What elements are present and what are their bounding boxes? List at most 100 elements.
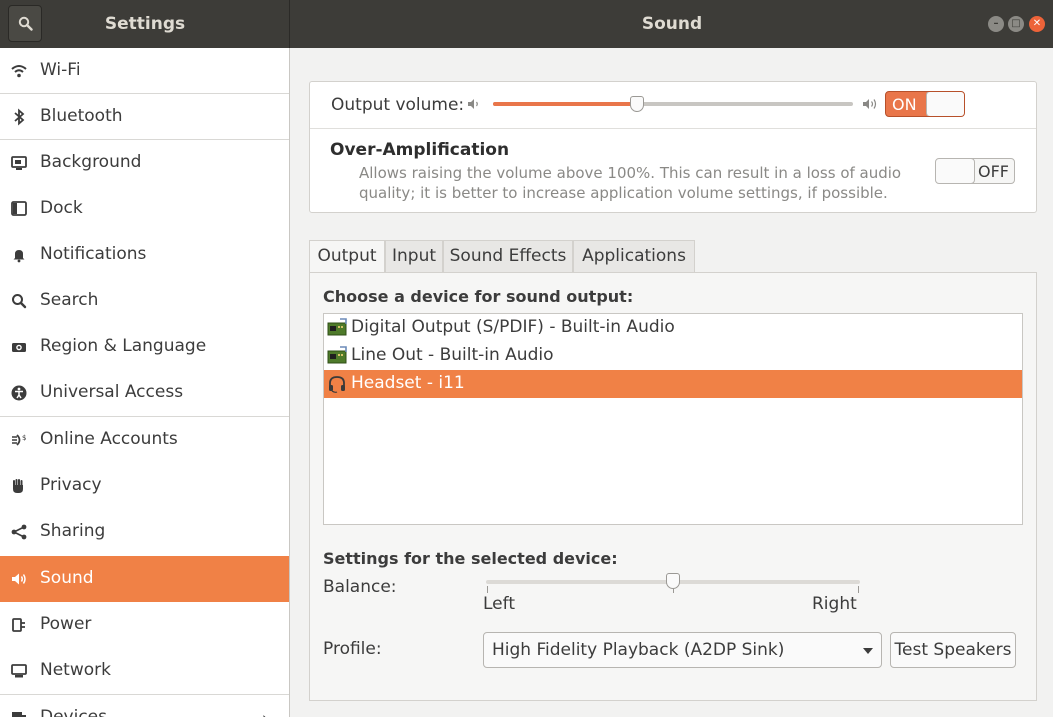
tab-applications[interactable]: Applications bbox=[573, 240, 695, 273]
sidebar-item-label: Sharing bbox=[40, 521, 106, 541]
sidebar-item-label: Online Accounts bbox=[40, 429, 178, 449]
sidebar-item-universal-access[interactable]: Universal Access bbox=[0, 370, 289, 416]
balance-right-label: Right bbox=[812, 594, 857, 614]
sidebar-item-power[interactable]: Power bbox=[0, 602, 289, 648]
header-bar: Settings Sound – □ ✕ bbox=[0, 0, 1053, 48]
device-label: Headset - i11 bbox=[351, 373, 465, 393]
accessibility-icon bbox=[11, 385, 27, 401]
power-icon bbox=[12, 618, 25, 632]
tab-sound-effects[interactable]: Sound Effects bbox=[443, 240, 573, 273]
sidebar-item-bluetooth[interactable]: Bluetooth bbox=[0, 94, 289, 140]
online-accounts-icon: $ bbox=[12, 434, 26, 446]
list-item[interactable]: Headset - i11 bbox=[324, 370, 1022, 398]
bluetooth-icon bbox=[14, 108, 25, 126]
list-item[interactable]: Line Out - Built-in Audio bbox=[324, 342, 1022, 370]
maximize-button[interactable]: □ bbox=[1008, 16, 1024, 32]
wifi-icon bbox=[11, 65, 27, 78]
balance-slider-handle[interactable] bbox=[666, 573, 680, 589]
sidebar-item-network[interactable]: Network bbox=[0, 648, 289, 694]
minimize-icon: – bbox=[993, 18, 999, 29]
volume-slider-handle[interactable] bbox=[630, 96, 644, 112]
device-settings-heading: Settings for the selected device: bbox=[323, 549, 618, 568]
network-icon bbox=[11, 664, 27, 678]
background-icon bbox=[11, 156, 27, 170]
divider bbox=[310, 128, 1036, 129]
profile-label: Profile: bbox=[323, 639, 382, 659]
balance-tick bbox=[487, 586, 488, 593]
headset-icon bbox=[329, 376, 345, 393]
sidebar-item-label: Sound bbox=[40, 568, 94, 588]
output-tab-panel: Choose a device for sound output: Digita… bbox=[309, 272, 1037, 701]
sidebar-item-region-language[interactable]: Region & Language bbox=[0, 324, 289, 370]
sound-card-icon bbox=[327, 346, 347, 364]
sidebar-item-background[interactable]: Background bbox=[0, 140, 289, 186]
camera-icon bbox=[12, 343, 26, 352]
sidebar-header: Settings bbox=[0, 0, 290, 48]
profile-value: High Fidelity Playback (A2DP Sink) bbox=[492, 640, 785, 660]
balance-label: Balance: bbox=[323, 577, 397, 597]
sidebar-item-label: Devices bbox=[40, 707, 107, 717]
devices-icon bbox=[12, 712, 26, 717]
choose-device-heading: Choose a device for sound output: bbox=[323, 287, 634, 306]
device-label: Line Out - Built-in Audio bbox=[351, 345, 554, 365]
sidebar-item-sound[interactable]: Sound bbox=[0, 556, 289, 602]
over-amplification-title: Over-Amplification bbox=[330, 140, 510, 160]
output-volume-label: Output volume: bbox=[331, 95, 465, 115]
sidebar-item-online-accounts[interactable]: $ Online Accounts bbox=[0, 417, 289, 463]
volume-level-fill bbox=[493, 102, 637, 106]
output-device-list: Digital Output (S/PDIF) - Built-in Audio… bbox=[323, 313, 1023, 525]
over-amplification-description: Allows raising the volume above 100%. Th… bbox=[359, 164, 902, 202]
tab-output[interactable]: Output bbox=[309, 240, 385, 274]
sidebar-item-notifications[interactable]: Notifications bbox=[0, 232, 289, 278]
switch-knob bbox=[926, 92, 964, 116]
tab-input[interactable]: Input bbox=[385, 240, 443, 273]
balance-left-label: Left bbox=[483, 594, 515, 614]
minimize-button[interactable]: – bbox=[988, 16, 1004, 32]
svg-text:$: $ bbox=[22, 434, 26, 442]
switch-state-label: ON bbox=[892, 95, 917, 114]
over-amplification-switch[interactable]: OFF bbox=[935, 158, 1015, 184]
sidebar-item-label: Bluetooth bbox=[40, 106, 123, 126]
close-icon: ✕ bbox=[1032, 18, 1042, 29]
maximize-icon: □ bbox=[1011, 18, 1021, 29]
sidebar-item-wifi[interactable]: Wi-Fi bbox=[0, 48, 289, 94]
speaker-icon bbox=[12, 573, 26, 585]
sidebar-item-label: Power bbox=[40, 614, 92, 634]
device-label: Digital Output (S/PDIF) - Built-in Audio bbox=[351, 317, 675, 337]
share-icon bbox=[11, 524, 27, 540]
sidebar-item-label: Privacy bbox=[40, 475, 102, 495]
close-button[interactable]: ✕ bbox=[1029, 16, 1045, 32]
profile-dropdown[interactable]: High Fidelity Playback (A2DP Sink) bbox=[483, 632, 882, 668]
sidebar-item-label: Search bbox=[40, 290, 99, 310]
sidebar: Wi-Fi Bluetooth Background Dock Notifica… bbox=[0, 48, 290, 717]
chevron-down-icon bbox=[863, 648, 873, 654]
sidebar-item-sharing[interactable]: Sharing bbox=[0, 509, 289, 555]
sidebar-item-label: Network bbox=[40, 660, 111, 680]
sidebar-item-label: Dock bbox=[40, 198, 83, 218]
volume-high-icon bbox=[863, 99, 877, 109]
switch-state-label: OFF bbox=[978, 162, 1009, 181]
chevron-right-icon: › bbox=[262, 709, 268, 717]
sidebar-item-devices[interactable]: Devices › bbox=[0, 695, 289, 717]
sidebar-item-label: Universal Access bbox=[40, 382, 184, 402]
hand-icon bbox=[13, 479, 23, 493]
output-volume-switch[interactable]: ON bbox=[885, 91, 965, 117]
list-item[interactable]: Digital Output (S/PDIF) - Built-in Audio bbox=[324, 314, 1022, 342]
sound-panel: Output volume: ON Over-Amplification All… bbox=[291, 48, 1053, 717]
sidebar-item-dock[interactable]: Dock bbox=[0, 186, 289, 232]
sidebar-item-label: Wi-Fi bbox=[40, 60, 81, 80]
dock-icon bbox=[11, 201, 27, 216]
search-button[interactable] bbox=[8, 5, 42, 42]
switch-knob bbox=[936, 159, 975, 183]
sound-card-icon bbox=[327, 318, 347, 336]
app-title: Settings bbox=[104, 14, 186, 34]
balance-tick bbox=[858, 586, 859, 593]
test-speakers-button[interactable]: Test Speakers bbox=[890, 632, 1016, 668]
sidebar-item-label: Background bbox=[40, 152, 142, 172]
sidebar-item-label: Notifications bbox=[40, 244, 147, 264]
search-icon bbox=[12, 294, 27, 309]
sidebar-item-privacy[interactable]: Privacy bbox=[0, 463, 289, 509]
search-icon bbox=[18, 16, 33, 31]
page-title: Sound bbox=[641, 14, 703, 34]
sidebar-item-search[interactable]: Search bbox=[0, 278, 289, 324]
